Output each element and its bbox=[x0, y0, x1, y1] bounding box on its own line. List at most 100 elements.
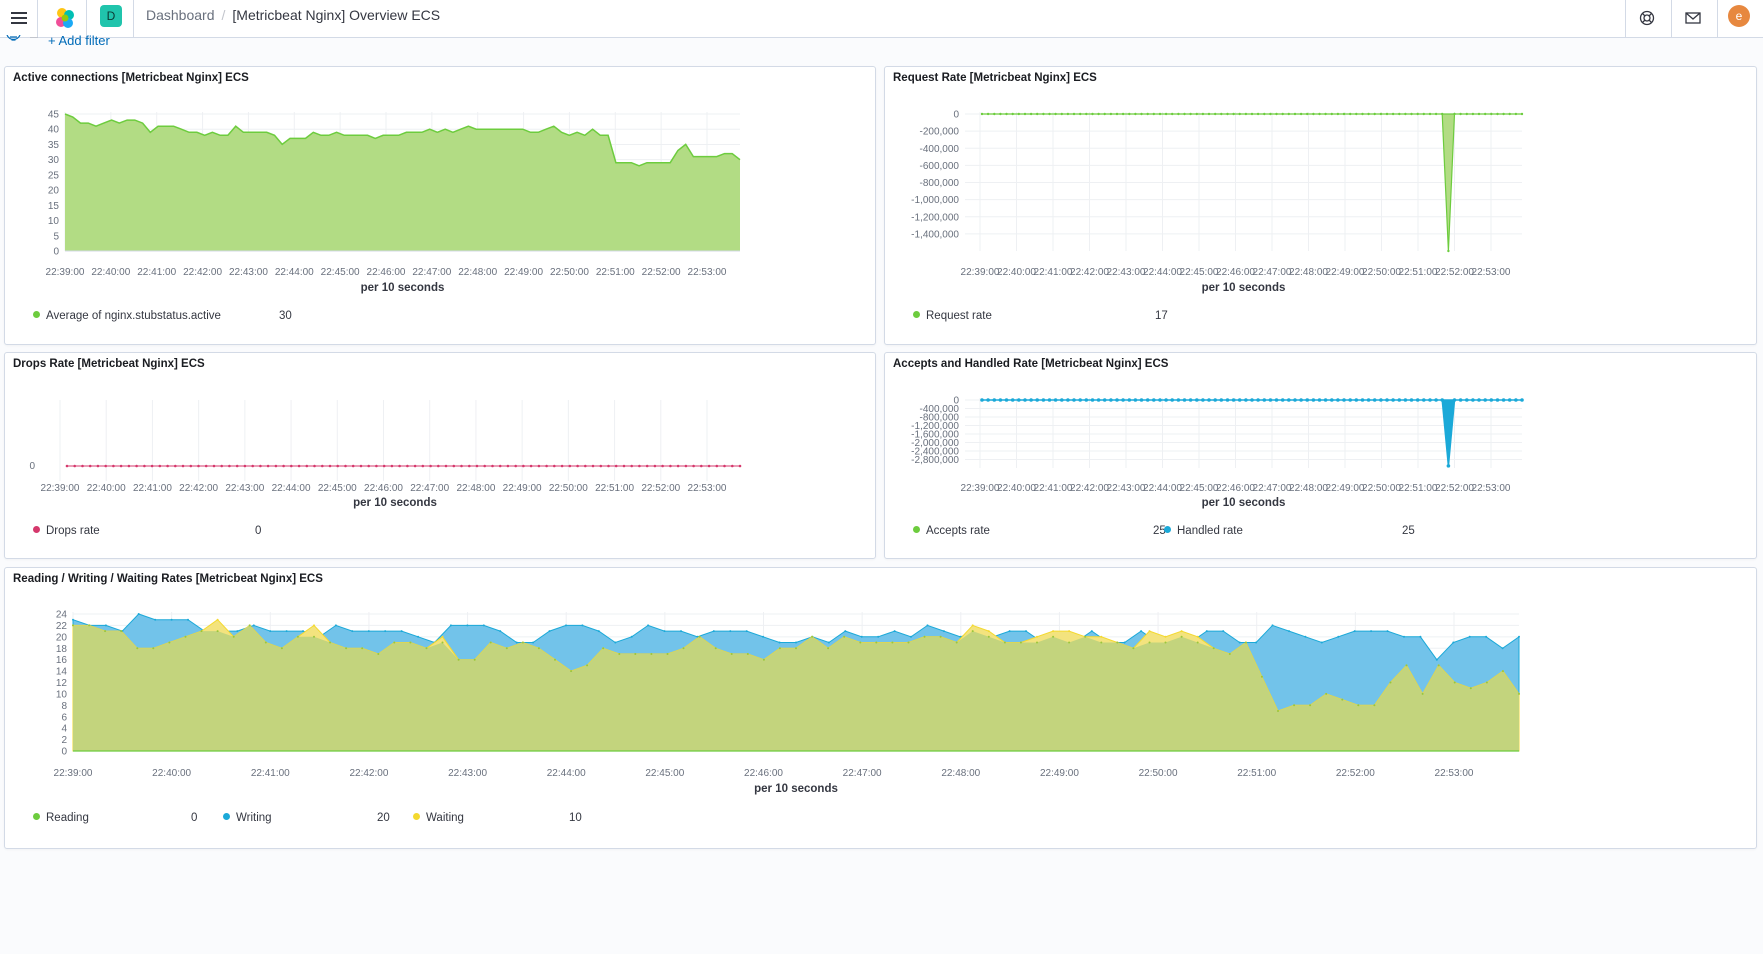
series-area-reading-overlap-point bbox=[778, 647, 781, 650]
legend-item-accepts-rate[interactable]: Accepts rate bbox=[913, 525, 990, 537]
series-point-handled bbox=[1452, 398, 1457, 402]
x-tick-label: 22:43:00 bbox=[225, 483, 264, 494]
help-icon[interactable] bbox=[1634, 5, 1660, 31]
breadcrumb-dashboard[interactable]: Dashboard bbox=[146, 7, 215, 23]
legend-item-request-rate[interactable]: Request rate bbox=[913, 310, 992, 322]
legend-value: 20 bbox=[377, 812, 390, 824]
series-point-drops bbox=[514, 464, 517, 468]
series-point-handled bbox=[1434, 398, 1438, 402]
series-point-handled bbox=[1397, 398, 1402, 402]
series-point-drops bbox=[398, 464, 401, 468]
series-point-drops bbox=[483, 464, 487, 468]
series-point-request bbox=[1287, 112, 1290, 116]
series-point-handled bbox=[986, 398, 990, 402]
legend-label: Drops rate bbox=[46, 525, 100, 537]
legend-item-reading[interactable]: Reading bbox=[33, 812, 89, 824]
series-point-request bbox=[1146, 112, 1149, 116]
series-point-drops bbox=[669, 464, 672, 468]
series-area-reading-overlap-point bbox=[843, 635, 846, 638]
series-point-drops bbox=[73, 464, 76, 468]
legend-dot bbox=[33, 813, 40, 820]
elastic-logo-icon[interactable] bbox=[53, 6, 77, 30]
series-area-reading-overlap-point bbox=[730, 653, 733, 655]
series-area-reading-overlap-point bbox=[441, 641, 444, 644]
series-area-reading-overlap-point bbox=[1068, 641, 1071, 644]
series-area-writing-point bbox=[1238, 641, 1241, 644]
y-tick-label: 18 bbox=[56, 644, 68, 655]
legend-item-waiting[interactable]: Waiting bbox=[413, 812, 464, 824]
series-area-writing-point bbox=[351, 630, 354, 633]
series-area-reading-overlap-point bbox=[1421, 692, 1424, 695]
series-point-request bbox=[1183, 112, 1186, 116]
series-point-handled bbox=[1342, 398, 1346, 402]
y-tick-label: 0 bbox=[61, 747, 67, 758]
series-point-handled bbox=[1348, 398, 1352, 402]
legend-item-average-active[interactable]: Average of nginx.stubstatus.active bbox=[33, 310, 221, 322]
series-point-request bbox=[1054, 112, 1057, 116]
series-point-handled bbox=[1391, 398, 1395, 402]
series-point-handled bbox=[1115, 398, 1119, 402]
x-tick-label: 22:44:00 bbox=[272, 483, 311, 494]
series-point-request bbox=[1293, 112, 1297, 116]
user-avatar[interactable]: e bbox=[1728, 5, 1750, 27]
series-point-drops bbox=[290, 464, 293, 468]
legend-item-drops-rate[interactable]: Drops rate bbox=[33, 525, 100, 537]
series-area-writing-point bbox=[663, 630, 666, 633]
x-axis-title: per 10 seconds bbox=[361, 282, 445, 294]
series-area-reading-overlap-point bbox=[971, 630, 974, 633]
y-tick-label: 0 bbox=[953, 110, 959, 121]
series-point-request bbox=[1484, 112, 1487, 116]
series-point-handled bbox=[1023, 398, 1027, 402]
series-point-handled bbox=[1287, 398, 1291, 402]
mail-icon[interactable] bbox=[1680, 5, 1706, 31]
menu-icon[interactable] bbox=[8, 7, 30, 29]
series-area-reading-overlap-point bbox=[939, 635, 942, 638]
breadcrumb-current: [Metricbeat Nginx] Overview ECS bbox=[232, 7, 441, 23]
series-point-handled bbox=[1139, 398, 1144, 402]
series-area-reading-overlap-point bbox=[1148, 641, 1151, 644]
x-tick-label: 22:41:00 bbox=[137, 267, 176, 278]
series-point-drops bbox=[553, 464, 556, 468]
series-area-writing-point bbox=[170, 618, 173, 621]
series-point-handled bbox=[1084, 398, 1089, 402]
x-tick-label: 22:41:00 bbox=[133, 483, 172, 494]
series-point-handled bbox=[1133, 398, 1138, 402]
series-point-request bbox=[1250, 112, 1254, 116]
series-point-request bbox=[1195, 112, 1198, 116]
space-avatar[interactable]: D bbox=[100, 5, 122, 27]
legend-item-writing[interactable]: Writing bbox=[223, 812, 272, 824]
breadcrumb-separator: / bbox=[221, 7, 226, 23]
series-area-writing-point bbox=[910, 635, 912, 638]
series-area-writing-point bbox=[1304, 635, 1307, 638]
series-point-drops bbox=[81, 464, 84, 468]
series-area-waiting-point bbox=[987, 630, 990, 633]
series-point-drops bbox=[65, 464, 69, 468]
x-tick-label: 22:46:00 bbox=[744, 768, 783, 779]
y-tick-label: 40 bbox=[48, 125, 60, 136]
x-tick-label: 22:48:00 bbox=[941, 768, 980, 779]
legend-item-handled-rate[interactable]: Handled rate bbox=[1164, 525, 1243, 537]
series-area-reading-overlap-point bbox=[1501, 670, 1504, 673]
series-point-handled bbox=[1372, 398, 1377, 402]
x-tick-label: 22:46:00 bbox=[1216, 267, 1255, 278]
add-filter-button[interactable]: + Add filter bbox=[48, 34, 110, 48]
y-tick-label: 45 bbox=[48, 110, 60, 121]
series-area-writing-point bbox=[1386, 630, 1389, 633]
series-area-reading-overlap-point bbox=[1019, 641, 1022, 644]
series-point-handled bbox=[1415, 398, 1420, 402]
series-point-handled bbox=[1477, 398, 1481, 402]
series-area-reading-overlap-point bbox=[377, 653, 380, 655]
series-point-handled bbox=[1507, 398, 1512, 402]
series-point-request bbox=[1232, 112, 1235, 116]
series-point-drops bbox=[684, 464, 688, 468]
x-tick-label: 22:49:00 bbox=[1326, 483, 1365, 494]
panel-accepts-handled: Accepts and Handled Rate [Metricbeat Ngi… bbox=[884, 352, 1757, 559]
x-tick-label: 22:53:00 bbox=[688, 267, 727, 278]
series-area-writing-point bbox=[893, 630, 896, 633]
legend-value: 30 bbox=[279, 310, 292, 322]
x-tick-label: 22:42:00 bbox=[183, 267, 222, 278]
series-point-request bbox=[1072, 112, 1076, 116]
series-area-reading-overlap-point bbox=[1485, 681, 1488, 684]
filter-icon[interactable] bbox=[6, 34, 21, 52]
legend-value: 25 bbox=[1402, 525, 1415, 537]
